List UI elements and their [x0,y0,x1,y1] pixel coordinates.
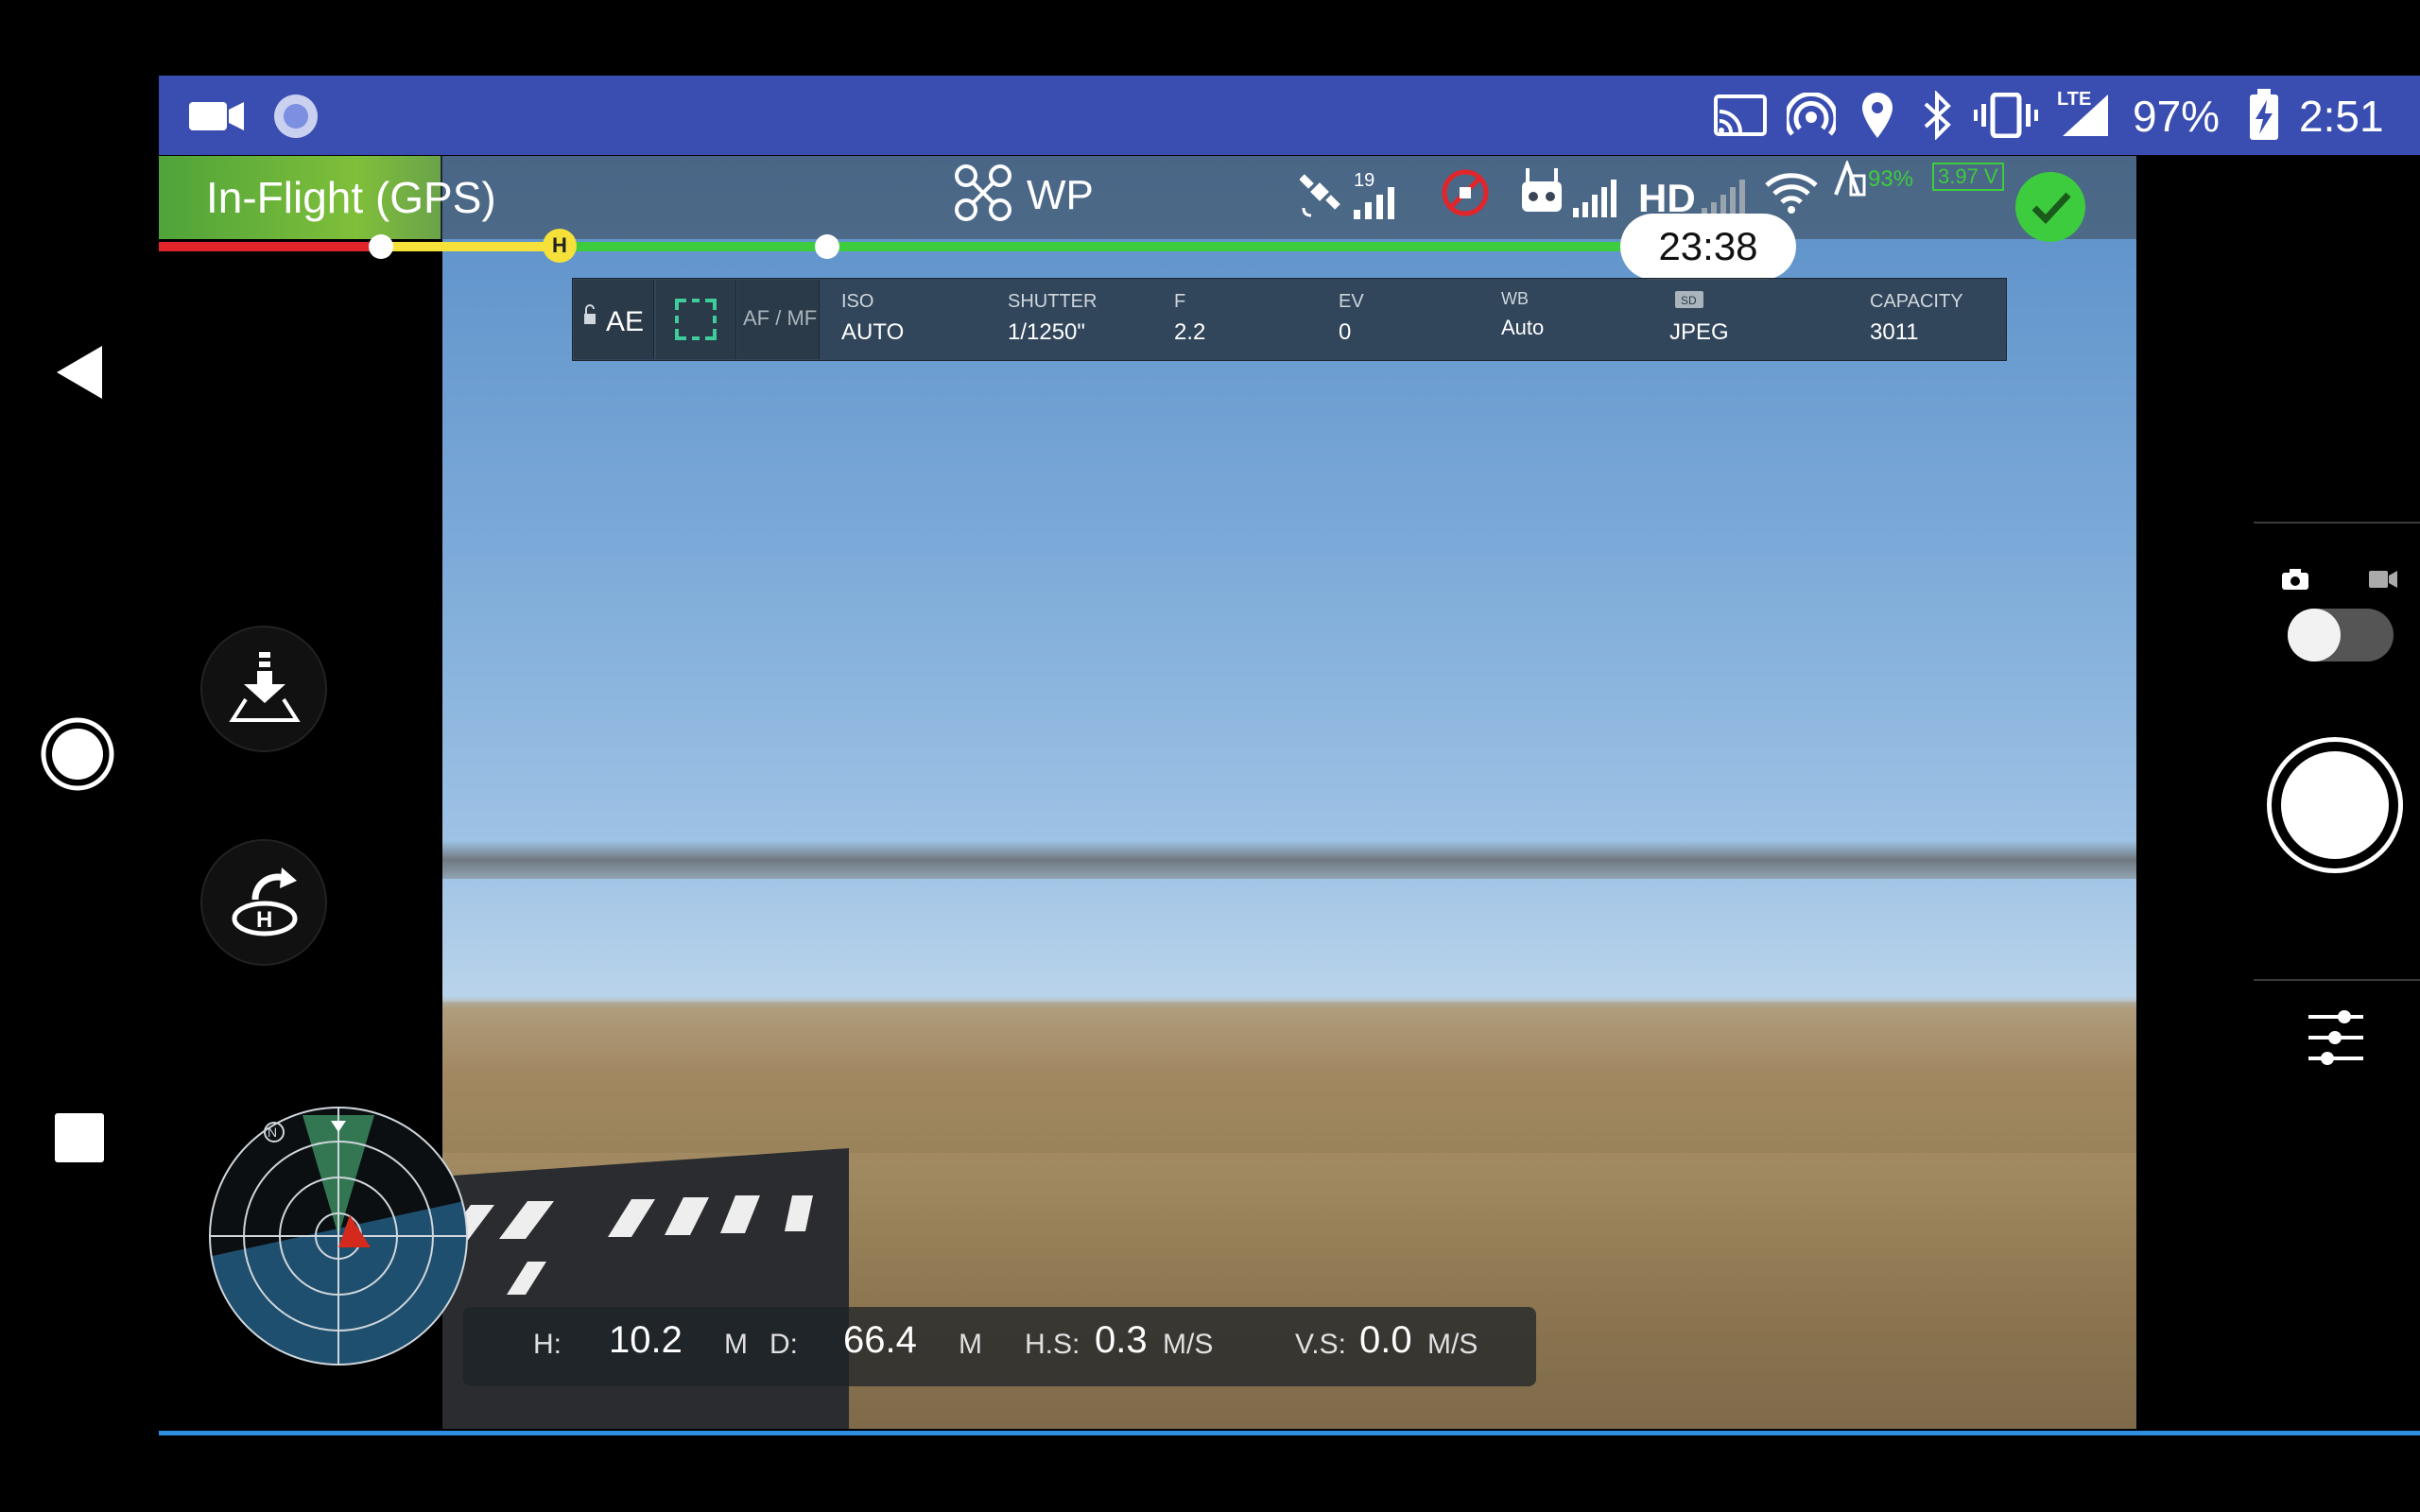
ev-value: 0 [1339,319,1352,345]
bluetooth-icon [1924,91,1951,140]
capacity-label: CAPACITY [1870,291,1963,312]
rc-signal-bars-icon [1573,180,1616,217]
wb-value: Auto [1501,316,1545,339]
ae-label: AE [606,306,645,337]
runway-markings [442,1195,813,1295]
hspeed-value: 0.3 [1095,1319,1148,1361]
focus-frame-icon [675,299,717,340]
aperture-label: F [1174,291,1186,312]
gps-signal-bars-icon [1354,187,1394,219]
wifi-icon [1765,173,1818,214]
progress-yellow-segment [382,242,560,251]
height-value: 10.2 [609,1319,683,1361]
vspeed-label: V.S: [1295,1329,1346,1360]
shutter-button-inner [2281,751,2389,859]
return-home-icon: H [232,868,298,936]
auto-land-button[interactable] [200,626,327,752]
iso-label: ISO [841,291,874,312]
home-marker: H [543,229,577,263]
sd-card-icon: SD [1675,291,1703,308]
bottom-progress-line [159,1431,2420,1435]
progress-marker-current [815,234,839,259]
clock-time: 2:51 [2299,92,2384,141]
field-band [442,1002,2136,1153]
camera-settings-sliders-icon[interactable] [2307,1007,2365,1068]
distance-unit: M [959,1329,982,1360]
progress-green-segment [560,242,1637,251]
vspeed-unit: M/S [1427,1329,1478,1360]
satellite-icon[interactable] [1300,170,1349,217]
af-mf-label: AF / MF [743,306,818,330]
hspeed-label: H.S: [1025,1329,1080,1360]
battery-charging-icon [2250,89,2278,140]
remote-controller-icon[interactable] [1520,166,1564,219]
unlock-icon [584,304,596,324]
aperture-value: 2.2 [1174,319,1206,345]
shutter-value: 1/1250" [1008,319,1085,345]
distance-value: 66.4 [843,1319,917,1361]
storage-format-value: JPEG [1669,319,1729,345]
right-divider-top [2254,522,2420,524]
flight-mode-label: In-Flight (GPS) [206,173,496,222]
battery-icon [1834,161,1866,197]
shutter-button[interactable] [2267,737,2403,873]
battery-percent: 97% [2133,92,2221,141]
progress-marker-low [369,234,393,259]
distance-label: D: [769,1329,798,1360]
height-label: H: [533,1329,562,1360]
vspeed-value: 0.0 [1359,1319,1412,1361]
horizon-treeline [442,841,2136,879]
status-bar: LTE 97% 2:51 [159,76,2420,155]
af-mf-button[interactable]: AF / MF [737,280,820,359]
wb-label: WB [1501,289,1529,308]
shutter-label: SHUTTER [1008,291,1098,312]
recents-nav-icon[interactable] [55,1113,104,1162]
video-signal-bars-icon [1702,180,1745,217]
progress-red-segment [159,242,382,251]
capacity-value: 3011 [1870,319,1919,345]
battery-voltage-badge: 3.97 V [1932,163,2004,191]
ev-label: EV [1339,291,1364,312]
land-icon [229,652,301,722]
video-mode-icon [2369,571,2397,588]
photo-mode-icon [2282,569,2308,590]
ae-lock-button[interactable]: AE [574,280,654,359]
iso-value: AUTO [841,319,905,345]
hotspot-icon [1787,93,1836,136]
cast-icon [1714,94,1767,136]
video-camera-icon [189,102,244,130]
runway-surface [442,1148,849,1429]
radar-compass[interactable] [208,1106,469,1366]
toggle-knob [2288,609,2341,662]
home-nav-icon[interactable] [40,716,115,792]
north-label: N [268,1125,278,1140]
height-unit: M [724,1329,748,1360]
location-icon [1862,93,1893,138]
flight-time-pill: 23:38 [1620,214,1796,280]
obstacle-avoidance-off-icon[interactable] [1441,168,1490,217]
hspeed-unit: M/S [1163,1329,1214,1360]
drone-battery-percent: 93% [1868,166,1914,192]
photo-video-toggle[interactable] [2288,609,2394,662]
right-divider-bottom [2254,979,2420,981]
preflight-check-ok-icon[interactable] [2014,170,2087,244]
back-nav-icon[interactable] [55,344,104,401]
cell-signal-icon [2063,94,2108,136]
mission-mode-label[interactable]: WP [1027,172,1094,219]
return-to-home-button[interactable]: H [200,839,327,966]
record-dot-icon [274,94,318,138]
svg-text:H: H [256,907,272,933]
focus-mode-button[interactable] [656,280,736,359]
svg-text:SD: SD [1681,294,1697,307]
drone-icon[interactable] [953,163,1013,223]
vibrate-icon [1974,93,2038,138]
